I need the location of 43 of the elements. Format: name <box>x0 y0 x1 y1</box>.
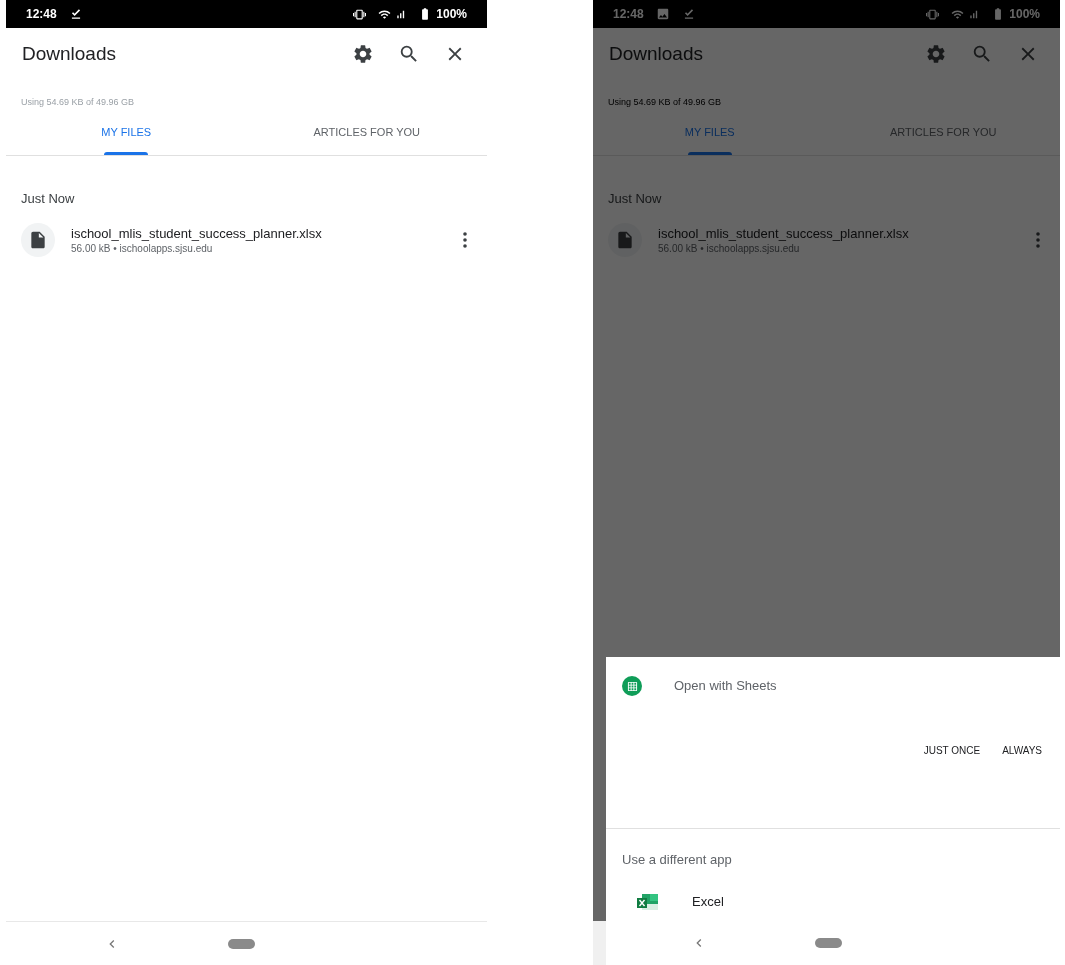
battery-percent: 100% <box>436 6 467 23</box>
file-icon <box>21 223 55 257</box>
battery-percent: 100% <box>1009 6 1040 23</box>
signal-icon <box>395 8 407 20</box>
spreadsheet-app-icon <box>636 892 660 912</box>
file-name: ischool_mlis_student_success_planner.xlsx <box>658 225 910 242</box>
sheet-title: Open with Sheets <box>674 677 777 696</box>
gear-icon <box>925 43 947 65</box>
wifi-icon <box>951 7 965 21</box>
file-details: 56.00 kB • ischoolapps.sjsu.edu <box>71 241 214 255</box>
vibration-icon <box>353 7 367 21</box>
section-heading: Use a different app <box>622 852 732 867</box>
app-option[interactable]: Excel <box>606 887 1060 917</box>
home-button[interactable] <box>228 938 255 949</box>
search-icon <box>971 43 993 65</box>
app-title: Downloads <box>22 41 117 66</box>
file-row[interactable]: ischool_mlis_student_success_planner.xlsx 56.00 kB • ischoolapps.sjsu.edu <box>593 218 1060 262</box>
file-name: ischool_mlis_student_success_planner.xlsx <box>71 225 323 242</box>
file-icon <box>608 223 642 257</box>
home-button[interactable] <box>815 938 842 948</box>
app-title: Downloads <box>609 41 704 66</box>
storage-usage: Using 54.69 KB of 49.96 GB <box>21 97 135 107</box>
tab[interactable]: ARTICLES FOR YOU <box>246 110 487 155</box>
dialog-button[interactable]: JUST ONCE <box>919 736 985 764</box>
dialog-button[interactable]: ALWAYS <box>998 736 1046 764</box>
status-time: 12:48 <box>26 6 57 23</box>
gear-icon <box>352 43 374 65</box>
section-heading: Just Now <box>608 191 662 206</box>
app-name: Excel <box>692 893 724 912</box>
signal-icon <box>968 8 980 20</box>
sheets-app-icon <box>622 676 642 696</box>
more-vertical-icon <box>1036 232 1040 248</box>
status-time: 12:48 <box>613 6 644 23</box>
wifi-icon <box>378 7 392 21</box>
image-icon <box>655 7 670 21</box>
tab[interactable]: MY FILES <box>6 110 247 155</box>
storage-usage: Using 54.69 KB of 49.96 GB <box>608 97 722 107</box>
file-details: 56.00 kB • ischoolapps.sjsu.edu <box>658 241 801 255</box>
more-vertical-icon <box>463 232 467 248</box>
vibration-icon <box>926 7 940 21</box>
file-row[interactable]: ischool_mlis_student_success_planner.xlsx 56.00 kB • ischoolapps.sjsu.edu <box>6 218 487 262</box>
section-heading: Just Now <box>21 191 75 206</box>
search-icon <box>398 43 420 65</box>
